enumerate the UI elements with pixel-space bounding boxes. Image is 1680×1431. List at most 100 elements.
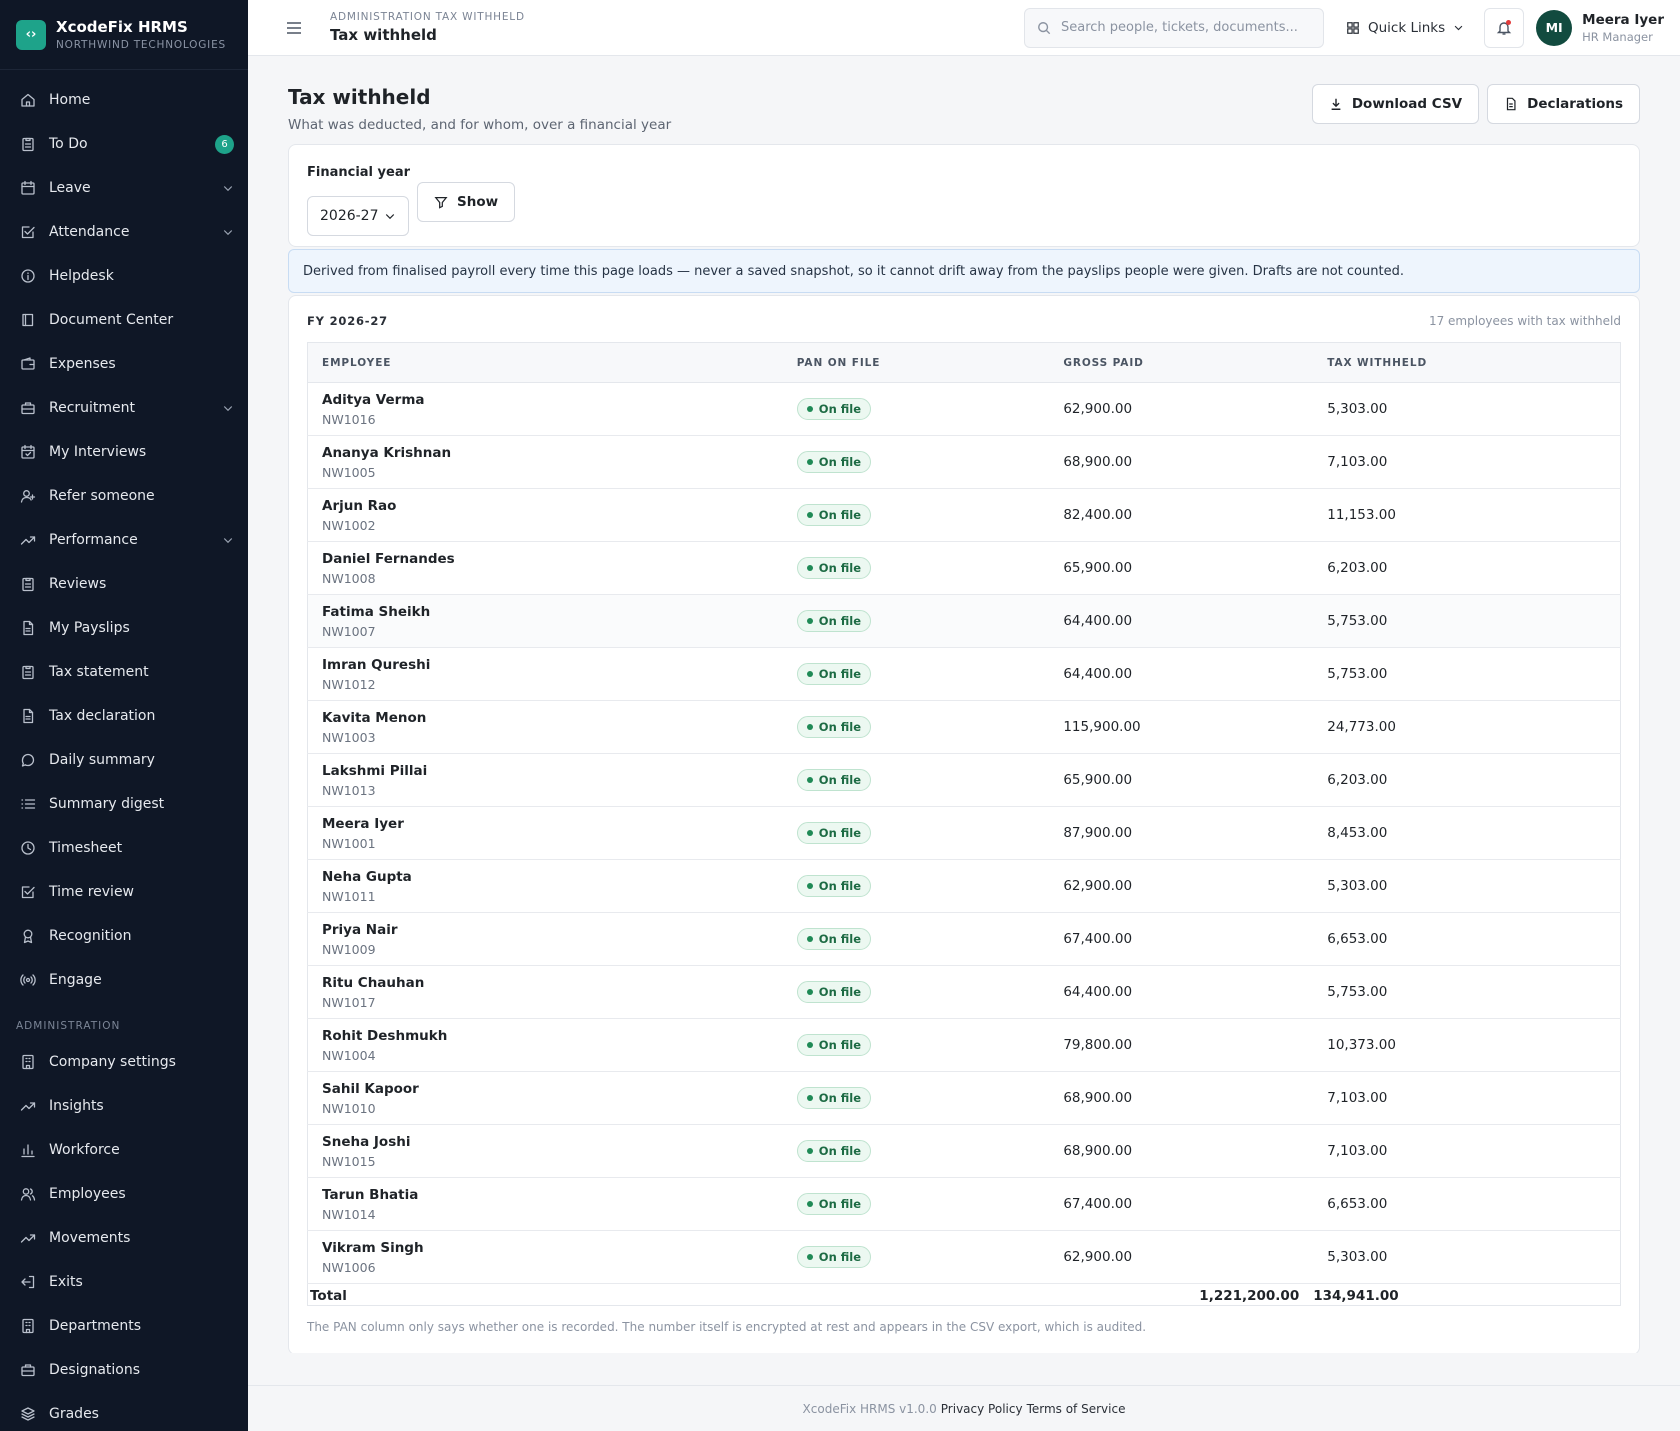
quick-links-button[interactable]: Quick Links bbox=[1346, 20, 1464, 36]
total-gross-paid: 1,221,200.00 bbox=[1049, 1283, 1314, 1306]
sidebar-item-document-center[interactable]: Document Center bbox=[0, 298, 248, 342]
table-row[interactable]: Rohit Deshmukh NW1004 On file 79,800.00 10,3… bbox=[307, 1018, 1621, 1072]
status-dot bbox=[806, 459, 813, 465]
file-icon bbox=[23, 620, 34, 636]
brand[interactable]: ‹› XcodeFix HRMS NORTHWIND TECHNOLOGIES bbox=[0, 0, 248, 70]
sidebar-item-performance[interactable]: Performance bbox=[0, 518, 248, 562]
table-row[interactable]: Priya Nair NW1009 On file 67,400.00 6,653.00 bbox=[307, 912, 1621, 966]
employee-name[interactable]: Meera Iyer bbox=[322, 816, 769, 832]
notifications-button[interactable] bbox=[1484, 7, 1525, 48]
employee-name[interactable]: Sahil Kapoor bbox=[322, 1081, 769, 1097]
sidebar-item-recruitment[interactable]: Recruitment bbox=[0, 386, 248, 430]
sidebar-item-daily-summary[interactable]: Daily summary bbox=[0, 738, 248, 782]
sidebar-item-movements[interactable]: Movements bbox=[0, 1216, 248, 1260]
employee-cell: Ritu Chauhan NW1017 bbox=[307, 965, 783, 1019]
pan-cell: On file bbox=[782, 700, 1050, 754]
show-button[interactable]: Show bbox=[417, 182, 516, 222]
terms-of-service-link[interactable]: Terms of Service bbox=[1027, 1402, 1126, 1416]
table-row[interactable]: Sneha Joshi NW1015 On file 68,900.00 7,103.0… bbox=[307, 1124, 1621, 1178]
table-row[interactable]: Daniel Fernandes NW1008 On file 65,900.00 6,… bbox=[307, 541, 1621, 595]
sidebar-item-attendance[interactable]: Attendance bbox=[0, 210, 248, 254]
table-row[interactable]: Kavita Menon NW1003 On file 115,900.00 24,77… bbox=[307, 700, 1621, 754]
employee-name[interactable]: Ritu Chauhan bbox=[322, 975, 769, 991]
sidebar-item-summary-digest[interactable]: Summary digest bbox=[0, 782, 248, 826]
sidebar-item-my-payslips[interactable]: My Payslips bbox=[0, 606, 248, 650]
employee-name[interactable]: Lakshmi Pillai bbox=[322, 763, 769, 779]
employee-name[interactable]: Priya Nair bbox=[322, 922, 769, 938]
page-footer: XcodeFix HRMS v1.0.0 Privacy Policy Term… bbox=[248, 1385, 1680, 1431]
gross-paid-cell: 62,900.00 bbox=[1049, 1230, 1314, 1284]
search-input[interactable]: Search people, tickets, documents... bbox=[1023, 7, 1324, 48]
column-header[interactable]: PAN ON FILE bbox=[782, 342, 1050, 383]
clipboard-icon bbox=[22, 577, 34, 592]
employee-id: NW1006 bbox=[322, 1259, 376, 1275]
sidebar-item-reviews[interactable]: Reviews bbox=[0, 562, 248, 606]
table-row[interactable]: Meera Iyer NW1001 On file 87,900.00 8,453.00 bbox=[307, 806, 1621, 860]
table-row[interactable]: Neha Gupta NW1011 On file 62,900.00 5,303.00 bbox=[307, 859, 1621, 913]
employee-name[interactable]: Imran Qureshi bbox=[322, 657, 769, 673]
employee-name[interactable]: Tarun Bhatia bbox=[322, 1187, 769, 1203]
declarations-button[interactable]: Declarations bbox=[1487, 84, 1640, 124]
sidebar-item-home[interactable]: Home bbox=[0, 78, 248, 122]
sidebar-item-departments[interactable]: Departments bbox=[0, 1304, 248, 1348]
sidebar-item-label: Attendance bbox=[49, 224, 130, 240]
sidebar-item-helpdesk[interactable]: Helpdesk bbox=[0, 254, 248, 298]
sidebar-item-tax-declaration[interactable]: Tax declaration bbox=[0, 694, 248, 738]
employee-name[interactable]: Aditya Verma bbox=[322, 392, 769, 408]
user-menu[interactable]: MI Meera Iyer HR Manager bbox=[1536, 9, 1664, 46]
status-dot bbox=[806, 724, 813, 730]
table-row[interactable]: Vikram Singh NW1006 On file 62,900.00 5,303.… bbox=[307, 1230, 1621, 1284]
employee-name[interactable]: Arjun Rao bbox=[322, 498, 769, 514]
table-row[interactable]: Aditya Verma NW1016 On file 62,900.00 5,303.… bbox=[307, 382, 1621, 436]
employee-name[interactable]: Fatima Sheikh bbox=[322, 604, 769, 620]
sidebar-item-company-settings[interactable]: Company settings bbox=[0, 1040, 248, 1084]
pan-status-badge: On file bbox=[796, 769, 872, 791]
sidebar-item-workforce[interactable]: Workforce bbox=[0, 1128, 248, 1172]
table-header-row: EMPLOYEE PAN ON FILE GROSS PAID TAX WITH… bbox=[307, 342, 1621, 383]
sidebar-item-designations[interactable]: Designations bbox=[0, 1348, 248, 1392]
table-row[interactable]: Lakshmi Pillai NW1013 On file 65,900.00 6,20… bbox=[307, 753, 1621, 807]
employee-name[interactable]: Rohit Deshmukh bbox=[322, 1028, 769, 1044]
employee-name[interactable]: Kavita Menon bbox=[322, 710, 769, 726]
sidebar-item-exits[interactable]: Exits bbox=[0, 1260, 248, 1304]
sidebar-item-recognition[interactable]: Recognition bbox=[0, 914, 248, 958]
employee-name[interactable]: Ananya Krishnan bbox=[322, 445, 769, 461]
tax-withheld-cell: 5,303.00 bbox=[1313, 382, 1621, 436]
book-icon bbox=[22, 313, 34, 327]
gross-paid-cell: 67,400.00 bbox=[1049, 1177, 1314, 1231]
sidebar-item-time-review[interactable]: Time review bbox=[0, 870, 248, 914]
table-row[interactable]: Sahil Kapoor NW1010 On file 68,900.00 7,103.… bbox=[307, 1071, 1621, 1125]
sidebar-item-expenses[interactable]: Expenses bbox=[0, 342, 248, 386]
employee-name[interactable]: Daniel Fernandes bbox=[322, 551, 769, 567]
table-row[interactable]: Ananya Krishnan NW1005 On file 68,900.00 7,1… bbox=[307, 435, 1621, 489]
menu-icon[interactable] bbox=[284, 18, 304, 38]
column-header[interactable]: GROSS PAID bbox=[1049, 342, 1314, 383]
column-header[interactable]: TAX WITHHELD bbox=[1313, 342, 1621, 383]
table-row[interactable]: Tarun Bhatia NW1014 On file 67,400.00 6,653.… bbox=[307, 1177, 1621, 1231]
financial-year-select[interactable]: 2026-27 bbox=[307, 196, 409, 236]
privacy-policy-link[interactable]: Privacy Policy bbox=[941, 1402, 1023, 1416]
employee-name[interactable]: Sneha Joshi bbox=[322, 1134, 769, 1150]
table-row[interactable]: Imran Qureshi NW1012 On file 64,400.00 5,753… bbox=[307, 647, 1621, 701]
column-header[interactable]: EMPLOYEE bbox=[307, 342, 783, 383]
sidebar-item-to-do[interactable]: To Do 6 bbox=[0, 122, 248, 166]
file-icon bbox=[23, 708, 34, 724]
employee-cell: Arjun Rao NW1002 bbox=[307, 488, 783, 542]
sidebar-item-tax-statement[interactable]: Tax statement bbox=[0, 650, 248, 694]
employee-name[interactable]: Vikram Singh bbox=[322, 1240, 769, 1256]
table-row[interactable]: Ritu Chauhan NW1017 On file 64,400.00 5,753.… bbox=[307, 965, 1621, 1019]
sidebar-item-grades[interactable]: Grades bbox=[0, 1392, 248, 1431]
employee-name[interactable]: Neha Gupta bbox=[322, 869, 769, 885]
sidebar-item-my-interviews[interactable]: My Interviews bbox=[0, 430, 248, 474]
download-csv-button[interactable]: Download CSV bbox=[1311, 84, 1480, 124]
sidebar-item-insights[interactable]: Insights bbox=[0, 1084, 248, 1128]
sidebar-item-timesheet[interactable]: Timesheet bbox=[0, 826, 248, 870]
employee-cell: Kavita Menon NW1003 bbox=[307, 700, 783, 754]
table-row[interactable]: Fatima Sheikh NW1007 On file 64,400.00 5,753… bbox=[307, 594, 1621, 648]
sidebar-item-leave[interactable]: Leave bbox=[0, 166, 248, 210]
sidebar-item-engage[interactable]: Engage bbox=[0, 958, 248, 1002]
version-text: XcodeFix HRMS v1.0.0 bbox=[802, 1401, 937, 1416]
sidebar-item-employees[interactable]: Employees bbox=[0, 1172, 248, 1216]
table-row[interactable]: Arjun Rao NW1002 On file 82,400.00 11,153.00 bbox=[307, 488, 1621, 542]
sidebar-item-refer-someone[interactable]: Refer someone bbox=[0, 474, 248, 518]
